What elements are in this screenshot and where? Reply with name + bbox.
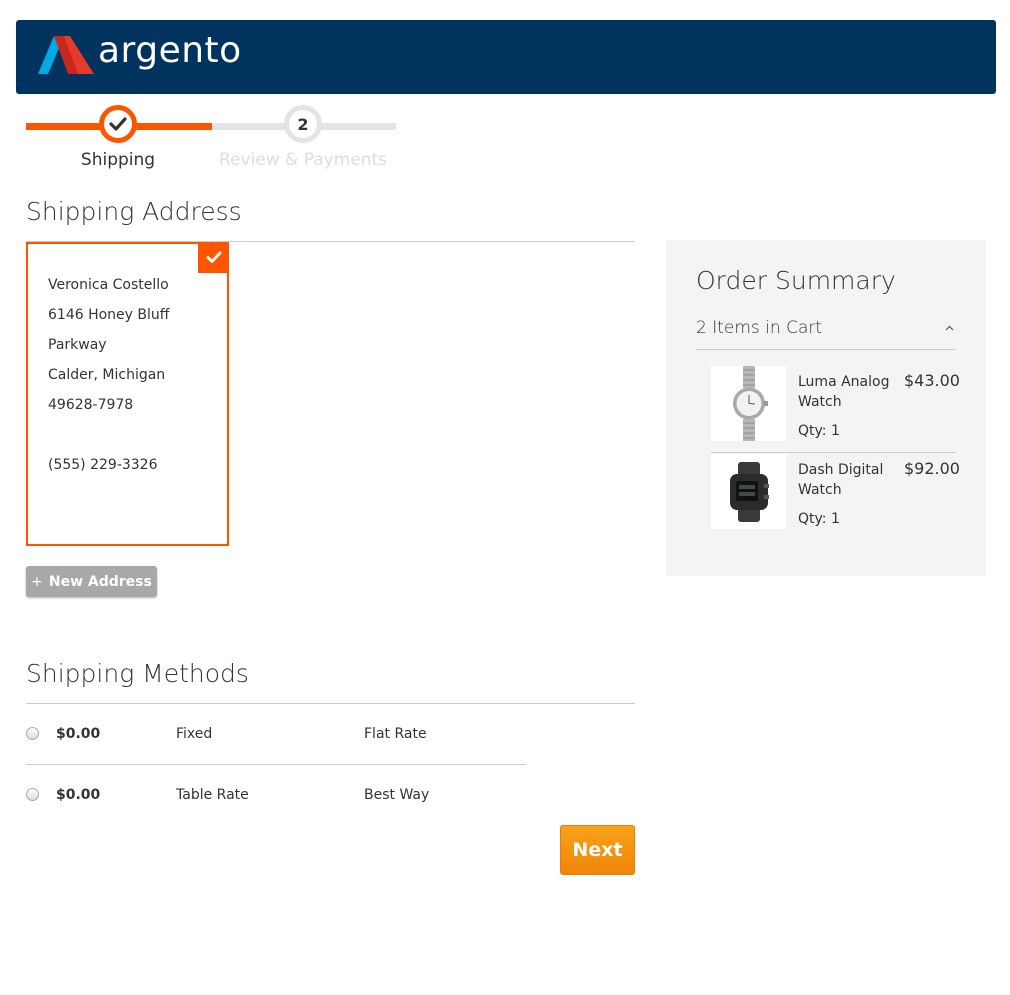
- divider: [26, 703, 635, 704]
- address-phone: (555) 229-3326: [48, 457, 158, 473]
- product-image: [711, 454, 786, 529]
- shipping-method-radio[interactable]: [26, 727, 39, 740]
- shipping-address-title: Shipping Address: [26, 197, 242, 226]
- new-address-label: New Address: [48, 573, 152, 590]
- address-street: 6146 Honey Bluff: [48, 307, 170, 323]
- address-street-2: Parkway: [48, 337, 107, 353]
- product-qty: Qty: 1: [798, 511, 840, 527]
- logo-text: argento: [98, 29, 242, 71]
- step-review-label: Review & Payments: [219, 150, 387, 170]
- chevron-up-icon: [945, 320, 954, 334]
- carrier-title: Best Way: [364, 787, 430, 803]
- address-text: Veronica Costello 6146 Honey Bluff Parkw…: [48, 270, 169, 480]
- product-image: [711, 366, 786, 441]
- checkmark-icon: [206, 251, 221, 263]
- product-price: $43.00: [904, 371, 960, 390]
- method-price: $0.00: [56, 726, 101, 742]
- product-name: Dash Digital Watch: [798, 462, 884, 498]
- shipping-method-row[interactable]: $0.00 Table Rate Best Way: [26, 785, 526, 815]
- cart-item: Luma Analog Watch Qty: 1 $43.00: [711, 366, 960, 452]
- cart-item: Dash Digital Watch Qty: 1 $92.00: [711, 452, 960, 538]
- step-review-indicator: 2: [284, 105, 322, 143]
- selected-address-card[interactable]: Veronica Costello 6146 Honey Bluff Parkw…: [26, 242, 229, 546]
- shipping-methods-title: Shipping Methods: [26, 659, 249, 688]
- product-price: $92.00: [904, 459, 960, 478]
- items-in-cart-toggle[interactable]: 2 Items in Cart: [696, 318, 956, 350]
- product-name: Luma Analog Watch: [798, 374, 890, 410]
- product-qty: Qty: 1: [798, 423, 840, 439]
- address-blank-line: [48, 420, 169, 450]
- address-name: Veronica Costello: [48, 277, 169, 293]
- method-price: $0.00: [56, 787, 101, 803]
- order-summary: Order Summary 2 Items in Cart Luma Analo…: [666, 240, 986, 576]
- next-button[interactable]: Next: [560, 825, 635, 875]
- checkmark-icon: [109, 117, 127, 131]
- plus-icon: +: [31, 573, 43, 590]
- carrier-title: Flat Rate: [364, 726, 427, 742]
- digital-watch-icon: [729, 461, 769, 522]
- order-summary-title: Order Summary: [696, 266, 896, 295]
- step-number: 2: [297, 114, 309, 134]
- selected-indicator: [198, 242, 229, 273]
- new-address-button[interactable]: + New Address: [26, 566, 157, 597]
- site-header: argento: [16, 20, 996, 94]
- logo[interactable]: argento: [38, 28, 242, 78]
- method-title: Fixed: [176, 726, 213, 742]
- method-title: Table Rate: [176, 787, 249, 803]
- shipping-method-radio[interactable]: [26, 788, 39, 801]
- divider: [26, 764, 526, 765]
- analog-watch-icon: [732, 366, 768, 441]
- shipping-method-row[interactable]: $0.00 Fixed Flat Rate: [26, 724, 526, 754]
- address-postcode: 49628-7978: [48, 397, 134, 413]
- logo-mark-icon: [38, 36, 94, 74]
- step-shipping-indicator: [99, 105, 137, 143]
- address-city-region: Calder, Michigan: [48, 367, 166, 383]
- step-shipping-label[interactable]: Shipping: [28, 150, 208, 170]
- checkout-progress: 2 Shipping Review & Payments: [26, 100, 398, 180]
- items-in-cart-label: 2 Items in Cart: [696, 318, 823, 338]
